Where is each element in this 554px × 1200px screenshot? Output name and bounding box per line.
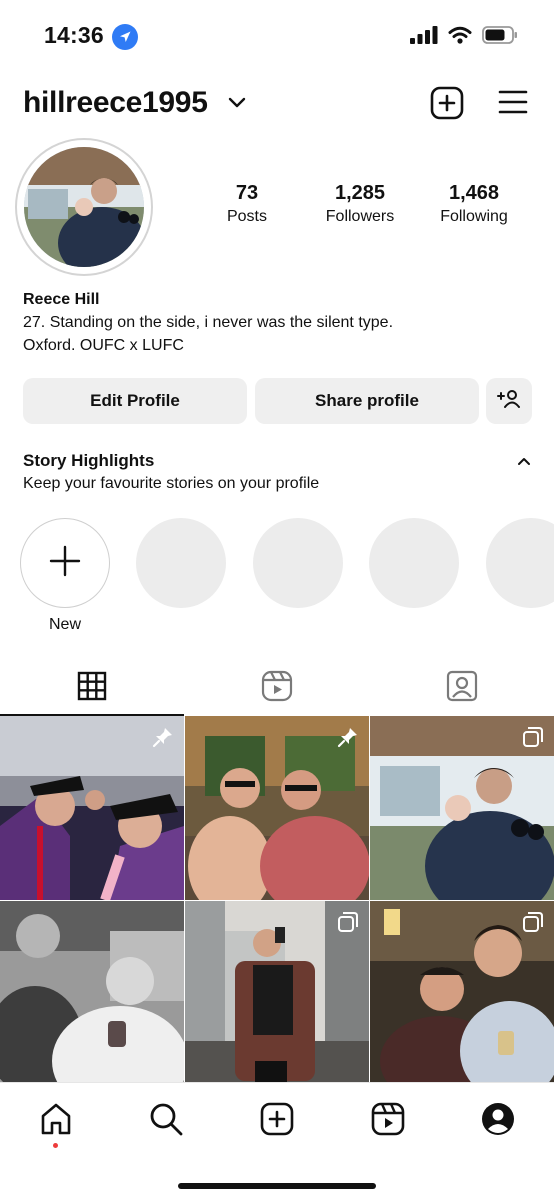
highlight-placeholder xyxy=(253,518,343,608)
discover-people-button[interactable] xyxy=(486,378,532,424)
tab-tagged[interactable] xyxy=(370,660,554,716)
reels-icon xyxy=(371,1102,405,1141)
pin-icon xyxy=(152,726,174,753)
share-profile-button[interactable]: Share profile xyxy=(255,378,479,424)
chevron-down-icon[interactable] xyxy=(228,96,246,114)
grid-post[interactable] xyxy=(0,716,184,900)
bio-line-2: Oxford. OUFC x LUFC xyxy=(23,337,184,354)
tagged-icon xyxy=(446,670,478,707)
reels-icon xyxy=(261,670,293,707)
stat-posts[interactable]: 73 Posts xyxy=(187,182,307,226)
highlights-title: Story Highlights xyxy=(23,451,155,470)
followers-label: Followers xyxy=(325,208,395,225)
highlight-placeholder xyxy=(369,518,459,608)
nav-search[interactable] xyxy=(146,1101,186,1141)
profile-icon xyxy=(481,1102,515,1141)
nav-home[interactable] xyxy=(36,1101,76,1141)
home-icon xyxy=(39,1102,73,1141)
carousel-icon xyxy=(337,911,359,938)
bottom-nav xyxy=(0,1082,554,1200)
chevron-up-icon[interactable] xyxy=(516,454,532,472)
menu-icon[interactable] xyxy=(498,89,528,120)
status-bar: 14:36 xyxy=(0,0,554,70)
grid-post[interactable] xyxy=(370,901,554,1085)
nav-reels[interactable] xyxy=(368,1101,408,1141)
nav-create[interactable] xyxy=(257,1101,297,1141)
stat-followers[interactable]: 1,285 Followers xyxy=(300,182,420,226)
create-post-icon[interactable] xyxy=(430,86,464,125)
status-icons xyxy=(410,26,518,49)
highlight-placeholder xyxy=(486,518,554,608)
posts-count: 73 xyxy=(235,182,259,204)
profile-header: hillreece1995 xyxy=(0,80,554,128)
content-tabs xyxy=(0,660,554,716)
nav-profile[interactable] xyxy=(478,1101,518,1141)
grid-post[interactable] xyxy=(185,901,369,1085)
bio-line-1: 27. Standing on the side, i never was th… xyxy=(23,314,394,331)
new-highlight-button[interactable] xyxy=(20,518,110,608)
display-name: Reece Hill xyxy=(23,291,100,308)
followers-count: 1,285 xyxy=(334,182,386,204)
grid-icon xyxy=(77,671,107,706)
add-person-icon xyxy=(497,389,521,414)
username[interactable]: hillreece1995 xyxy=(23,86,208,120)
pin-icon xyxy=(337,726,359,753)
plus-icon xyxy=(49,545,81,582)
grid-post[interactable] xyxy=(0,901,184,1085)
highlights-subtitle: Keep your favourite stories on your prof… xyxy=(23,475,320,492)
grid-post[interactable] xyxy=(185,716,369,900)
notification-dot xyxy=(53,1143,58,1148)
bio: Reece Hill 27. Standing on the side, i n… xyxy=(23,288,393,357)
search-icon xyxy=(149,1102,183,1141)
grid-post[interactable] xyxy=(370,716,554,900)
location-icon xyxy=(112,24,138,50)
following-label: Following xyxy=(440,208,508,225)
posts-label: Posts xyxy=(226,208,267,225)
following-count: 1,468 xyxy=(448,182,500,204)
highlight-placeholder xyxy=(136,518,226,608)
new-highlight-label: New xyxy=(48,616,81,633)
signal-icon xyxy=(410,26,438,49)
avatar[interactable] xyxy=(24,147,144,267)
create-icon xyxy=(260,1102,294,1141)
carousel-icon xyxy=(522,726,544,753)
edit-profile-button[interactable]: Edit Profile xyxy=(23,378,247,424)
stat-following[interactable]: 1,468 Following xyxy=(414,182,534,226)
carousel-icon xyxy=(522,911,544,938)
battery-icon xyxy=(482,26,518,49)
status-time: 14:36 xyxy=(44,22,104,48)
wifi-icon xyxy=(448,26,472,49)
tab-reels[interactable] xyxy=(185,660,369,716)
home-indicator xyxy=(178,1183,376,1189)
tab-posts[interactable] xyxy=(0,660,184,716)
